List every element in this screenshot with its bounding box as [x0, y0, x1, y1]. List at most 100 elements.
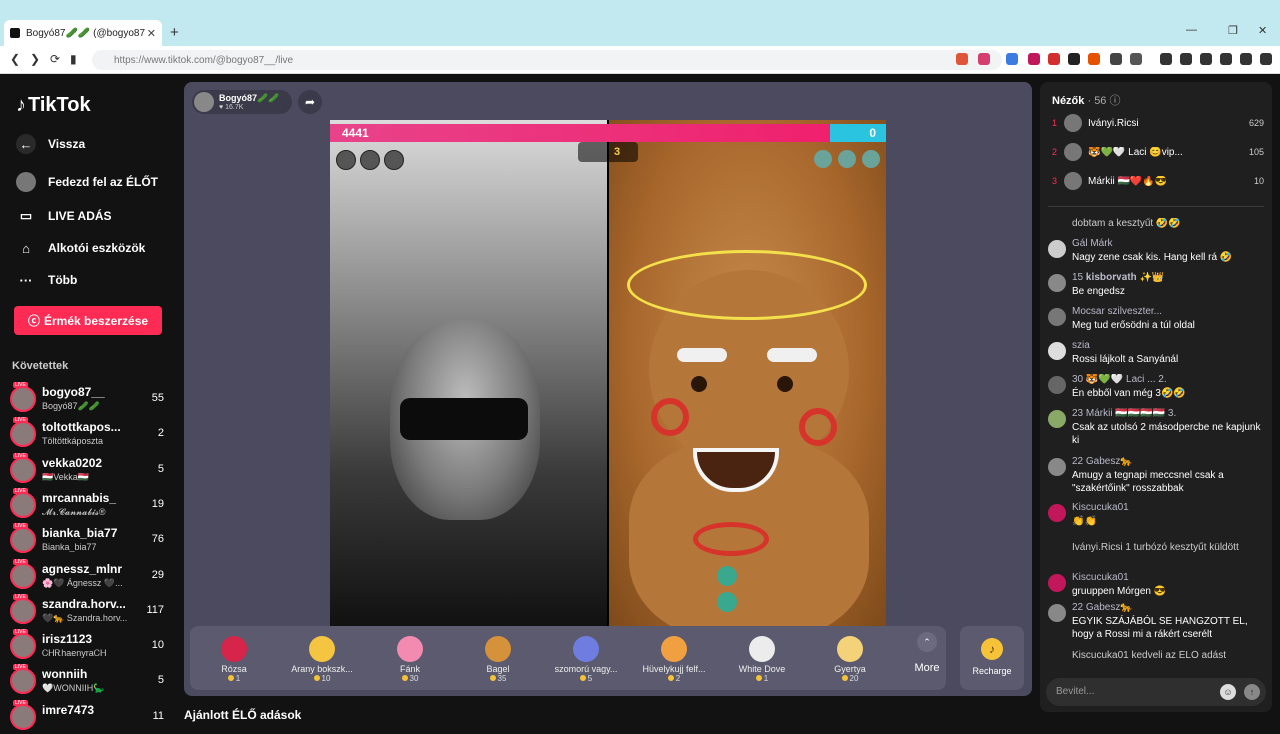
extension-icon[interactable]: [1130, 53, 1142, 65]
coin-icon: [227, 675, 234, 681]
following-nickname: Bianka_bia77: [42, 542, 97, 553]
forward-icon[interactable]: ❯: [30, 52, 40, 66]
arrow-left-icon: ←: [16, 134, 36, 154]
chat-input-placeholder: Bevitel...: [1056, 686, 1095, 697]
live-stream-panel: Bogyó87🥒🥒 ♥ 16.7K ➦ 4441 0 3 Rózsa 1 Ara…: [184, 82, 1032, 696]
supporter-avatar[interactable]: [384, 150, 404, 170]
live-label: LIVE ADÁS: [48, 209, 112, 223]
extension-icon[interactable]: [1088, 53, 1100, 65]
following-name: mrcannabis_: [42, 490, 117, 505]
following-viewer-count: 2: [157, 427, 164, 440]
gift-item[interactable]: White Dove 1: [722, 632, 802, 688]
recharge-button[interactable]: ♪ Recharge: [960, 626, 1024, 690]
wallet-icon[interactable]: [1200, 53, 1212, 65]
rewards-icon[interactable]: [978, 53, 990, 65]
following-item[interactable]: LIVE mrcannabis_ 𝓜𝓻.𝓒𝓪𝓷𝓷𝓪𝓫𝓲𝓼® 19: [10, 487, 166, 522]
gift-name: Fánk: [399, 664, 420, 674]
chat-text: Én ebből van még 3🤣🤣: [1072, 388, 1186, 399]
top-viewer-row[interactable]: 1 Iványi.Ricsi 629: [1052, 112, 1264, 134]
following-item[interactable]: LIVE vekka0202 🇭🇺Vekka🇭🇺 5: [10, 452, 166, 487]
rank-number: 3: [1052, 176, 1058, 186]
share-button[interactable]: ➦: [298, 90, 322, 114]
chat-input[interactable]: Bevitel... ☺ ↑: [1046, 678, 1266, 706]
creator-tools-nav[interactable]: ⌂ Alkotói eszközök: [16, 238, 145, 258]
info-icon[interactable]: ⓘ: [1110, 95, 1121, 107]
send-icon[interactable]: ↑: [1244, 684, 1260, 700]
coin-icon: [489, 675, 496, 681]
gift-item[interactable]: Bagel 35: [458, 632, 538, 688]
creator-label: Alkotói eszközök: [48, 241, 146, 255]
following-item[interactable]: LIVE bianka_bia77 Bianka_bia77 76: [10, 523, 166, 557]
right-brow: [767, 348, 817, 362]
maximize-icon[interactable]: ❐: [1228, 24, 1238, 37]
following-item[interactable]: LIVE irisz1123 ᏟᎻᎡhaenyraᏟᎻ 10: [10, 629, 166, 663]
following-item[interactable]: LIVE bogyo87__ Bogyó87🥒🥒 55: [10, 382, 166, 416]
following-item[interactable]: LIVE wonniih 🤍WONNIIH🦕 5: [10, 664, 166, 698]
tiktok-favicon-icon: [10, 28, 20, 38]
chat-text: Amugy a tegnapi meccsnel csak a "szakért…: [1072, 470, 1224, 494]
ai-icon[interactable]: [1220, 53, 1232, 65]
viewers-heading[interactable]: Nézők · 56 ⓘ: [1052, 92, 1121, 108]
top-viewer-row[interactable]: 2 🐯💚🤍 Laci 😊vip... 105: [1052, 141, 1264, 163]
extension-icon[interactable]: [1028, 53, 1040, 65]
gift-icon: [661, 636, 687, 662]
live-nav[interactable]: ▭ LIVE ADÁS: [16, 206, 112, 226]
battle-video[interactable]: 4441 0 3: [330, 120, 886, 626]
extension-icon[interactable]: [1048, 53, 1060, 65]
minimize-icon[interactable]: —: [1186, 24, 1197, 36]
explore-live-nav[interactable]: Fedezd fel az ÉLŐT: [16, 172, 158, 192]
gift-item[interactable]: Hüvelykujj felf... 2: [634, 632, 714, 688]
gift-price-value: 1: [235, 674, 241, 683]
new-tab-icon[interactable]: +: [170, 24, 179, 41]
top-viewer-row[interactable]: 3 Márkii 🇭🇺❤️🔥😎 10: [1052, 170, 1264, 192]
back-nav[interactable]: ← Vissza: [16, 134, 85, 154]
following-name: agnessz_mlnr: [42, 561, 123, 576]
host-badge[interactable]: Bogyó87🥒🥒 ♥ 16.7K: [192, 90, 292, 114]
sidebar-icon[interactable]: [1180, 53, 1192, 65]
menu-icon[interactable]: [1260, 53, 1272, 65]
gift-item[interactable]: Rózsa 1: [194, 632, 274, 688]
browser-tab[interactable]: Bogyó87🥒🥒 (@bogyo87 ✕: [4, 20, 162, 46]
following-item[interactable]: LIVE imre7473 11: [10, 699, 166, 734]
following-item[interactable]: LIVE agnessz_mlnr 🌸🖤 Ágnessz 🖤... 29: [10, 558, 166, 593]
gift-price-value: 30: [409, 674, 419, 683]
following-viewer-count: 5: [157, 462, 164, 475]
supporter-avatar[interactable]: [336, 150, 356, 170]
bow-tie: [693, 522, 769, 556]
more-nav[interactable]: ··· Több: [16, 270, 78, 290]
reload-icon[interactable]: ⟳: [50, 52, 60, 66]
media-icon[interactable]: [1160, 53, 1172, 65]
bookmark-icon[interactable]: ▮: [70, 52, 77, 66]
tiktok-logo[interactable]: ♪ TikTok: [16, 94, 91, 117]
chat-username: Gál Márk: [1072, 238, 1113, 249]
close-window-icon[interactable]: ✕: [1258, 24, 1267, 37]
gift-price-value: 20: [849, 674, 859, 683]
chat-text: EGYIK SZÁJÁBÓL SE HANGZOTT EL, hogy a Ro…: [1072, 616, 1248, 640]
avatar: [10, 491, 36, 518]
brave-shield-icon[interactable]: [956, 53, 968, 65]
translate-icon[interactable]: [1006, 53, 1018, 65]
extension-icon[interactable]: [1110, 53, 1122, 65]
chat-system-text: Iványi.Ricsi 1 turbózó kesztyűt küldött: [1072, 542, 1239, 553]
supporter-avatar[interactable]: [360, 150, 380, 170]
vpn-icon[interactable]: [1240, 53, 1252, 65]
gift-item[interactable]: Arany bokszk... 10: [282, 632, 362, 688]
emoji-icon[interactable]: ☺: [1220, 684, 1236, 700]
following-nickname: 🌸🖤 Ágnessz 🖤...: [42, 577, 123, 588]
live-badge: LIVE: [13, 452, 28, 459]
coins-button-label: Érmék beszerzése: [43, 313, 149, 328]
gift-price-value: 35: [497, 674, 507, 683]
more-gifts-button[interactable]: ⌃ More: [912, 632, 942, 674]
following-item[interactable]: LIVE szandra.horv... 🖤🐆 Szandra.horv... 117: [10, 593, 166, 628]
get-coins-button[interactable]: ⓒ Érmék beszerzése: [14, 306, 162, 335]
following-item[interactable]: LIVE toltottkapos... Töltöttkáposzta 2: [10, 417, 166, 451]
gift-item[interactable]: Fánk 30: [370, 632, 450, 688]
avatar: [10, 456, 36, 483]
gift-item[interactable]: szomorú vagy... 5: [546, 632, 626, 688]
close-tab-icon[interactable]: ✕: [147, 27, 156, 40]
chat-text: gruuppen Mórgen 😎: [1072, 586, 1167, 597]
back-icon[interactable]: ❮: [10, 52, 20, 66]
url-field[interactable]: https://www.tiktok.com/@bogyo87__/live: [92, 50, 1002, 70]
extension-icon[interactable]: [1068, 53, 1080, 65]
gift-item[interactable]: Gyertya 20: [810, 632, 890, 688]
